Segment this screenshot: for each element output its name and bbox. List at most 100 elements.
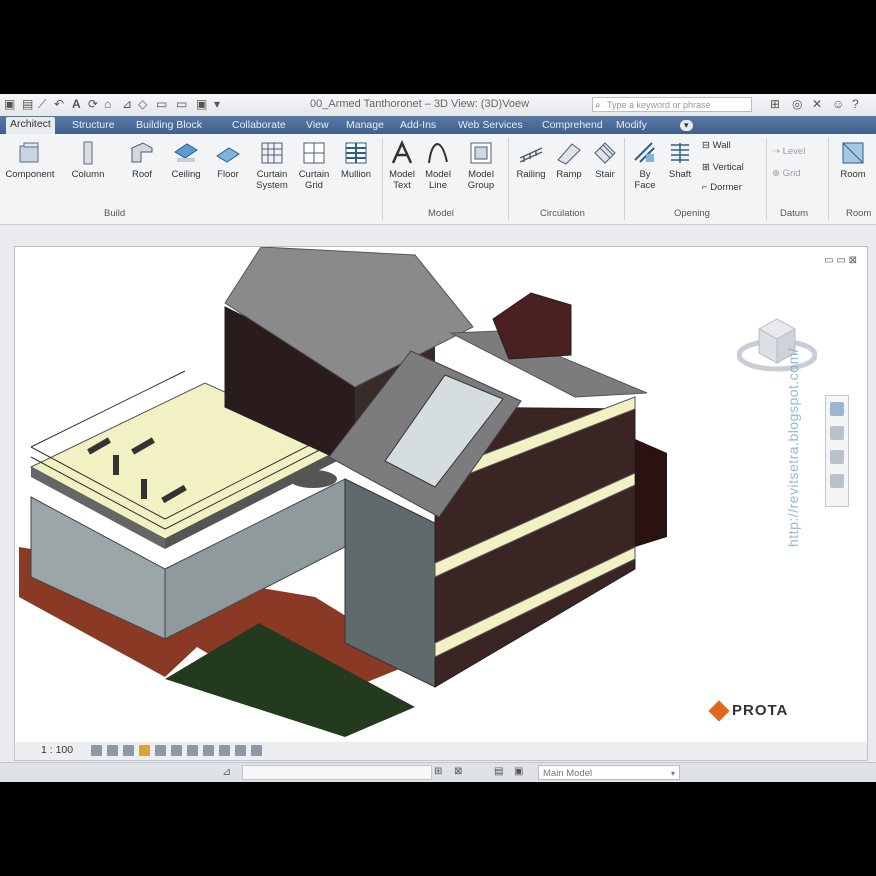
workset-icon[interactable]: ⊿ [222,765,231,778]
measure-icon[interactable]: ⟋ [38,97,46,112]
title-bar: ▣ ▤ ⟋ ↶ A ⟳ ⌂ ⊿ ◇ ▭ ▭ ▣ ▾ 00_Armed Tanth… [0,94,876,117]
tab-architect[interactable]: Architect [6,117,55,134]
shaft-button[interactable]: Shaft [664,140,696,180]
dormer-button[interactable]: ⌐ Dormer [702,182,742,193]
view-scale[interactable]: 1 : 100 [41,744,73,756]
detail-level-icon[interactable] [91,745,102,756]
view-window-controls[interactable]: ▭ ▭ ⊠ [824,255,857,266]
tab-add-ins[interactable]: Add-Ins [400,118,436,132]
lock-view-icon[interactable] [203,745,214,756]
curtain-grid-button[interactable]: Curtain Grid [294,140,334,191]
help-icon[interactable]: ? [852,97,859,111]
column-button[interactable]: Column [66,140,110,180]
undo-icon[interactable]: ↶ [54,97,64,112]
window-title: 00_Armed Tanthoronet – 3D View: (3D)Voew [310,98,530,110]
railing-button[interactable]: Railing [512,140,550,180]
navigation-bar[interactable] [825,395,849,507]
mullion-button[interactable]: Mullion [336,140,376,180]
grid-button[interactable]: ⊕ Grid [772,168,801,179]
render-icon[interactable] [155,745,166,756]
component-button[interactable]: Component [2,140,58,180]
grid-icon: ⊕ [772,168,780,179]
app-menu-icon[interactable]: ▣ [4,97,15,112]
stair-button[interactable]: Stair [588,140,622,180]
orbit-icon[interactable] [830,474,844,488]
panel-label-datum: Datum [780,208,808,219]
model-line-icon [425,140,451,166]
view-3d-icon[interactable]: ⌂ [104,97,111,112]
tab-modify[interactable]: Modify [616,118,647,132]
open-icon[interactable]: ▤ [22,97,33,112]
sign-in-icon[interactable]: ☺ [832,97,844,111]
sync-icon[interactable]: ⟳ [88,97,98,112]
panel-label-room: Room [846,208,872,219]
room-button[interactable]: Room [832,140,874,180]
dormer-icon: ⌐ [702,182,708,193]
sun-path-icon[interactable] [123,745,134,756]
model-group-button[interactable]: Model Group [460,140,502,191]
tab-manage[interactable]: Manage [346,118,384,132]
ceiling-icon [173,140,199,166]
crop-view-icon[interactable] [171,745,182,756]
status-message-box [242,765,432,780]
vertical-opening-button[interactable]: ⊞ Vertical [702,162,744,173]
ribbon-toggle-icon[interactable]: ▾ [680,120,693,131]
revit-window: ▣ ▤ ⟋ ↶ A ⟳ ⌂ ⊿ ◇ ▭ ▭ ▣ ▾ 00_Armed Tanth… [0,94,876,782]
customize-toolbar-icon[interactable]: ▾ [214,97,220,112]
roof-icon [129,140,155,166]
exchange-icon[interactable]: ✕ [812,97,822,111]
tab-structure[interactable]: Structure [72,118,115,132]
tag-icon[interactable]: ◇ [138,97,147,112]
ceiling-button[interactable]: Ceiling [164,140,208,180]
tab-building-block[interactable]: Building Block [136,118,202,132]
text-icon[interactable]: A [72,97,81,112]
binoculars-icon[interactable]: ⊞ [770,97,780,111]
viewcube-icon[interactable] [737,307,817,381]
reveal-hidden-icon[interactable] [235,745,246,756]
ramp-button[interactable]: Ramp [552,140,586,180]
tab-web-services[interactable]: Web Services [458,118,523,132]
search-input[interactable]: ⌕ Type a keyword or phrase [592,97,752,112]
main-model-select[interactable]: Main Model ▾ [538,765,680,780]
floor-button[interactable]: Floor [208,140,248,180]
analytical-model-icon[interactable] [251,745,262,756]
thin-lines-icon[interactable]: ▭ [156,97,167,112]
panel-label-build: Build [104,208,126,219]
panel-separator [382,138,383,220]
model-group-icon [468,140,494,166]
floor-icon [215,140,241,166]
curtain-grid-icon [301,140,327,166]
by-face-button[interactable]: By Face [626,140,664,191]
roof-button[interactable]: Roof [122,140,162,180]
hide-isolate-icon[interactable] [219,745,230,756]
close-hidden-icon[interactable]: ▭ [176,97,187,112]
tab-collaborate[interactable]: Collaborate [232,118,286,132]
ramp-icon [556,140,582,166]
steering-wheel-icon[interactable] [830,402,844,416]
model-line-button[interactable]: Model Line [420,140,456,191]
switch-windows-icon[interactable]: ▣ [196,97,207,112]
editable-only-icon[interactable]: ⊠ [454,766,462,777]
3d-view-canvas[interactable]: ▭ ▭ ⊠ http://revitsetra.blogspot.com/ PR… [14,246,868,744]
section-icon[interactable]: ⊿ [122,97,132,112]
selection-filter-icon[interactable]: ▤ [494,766,503,777]
panel-separator [828,138,829,220]
visual-style-icon[interactable] [107,745,118,756]
wall-opening-icon: ⊟ [702,140,710,151]
component-icon [17,140,43,166]
level-button[interactable]: ⇢ Level [772,146,805,157]
ribbon-panel: Component Column Roof Ceiling Floor Curt… [0,134,876,225]
show-crop-icon[interactable] [187,745,198,756]
tab-comprehend[interactable]: Comprehend [542,118,603,132]
shadows-icon[interactable] [139,745,150,756]
subscription-icon[interactable]: ◎ [792,97,802,111]
select-links-icon[interactable]: ▣ [514,766,523,777]
curtain-system-button[interactable]: Curtain System [250,140,294,191]
tab-view[interactable]: View [306,118,329,132]
zoom-icon[interactable] [830,450,844,464]
wall-opening-button[interactable]: ⊟ Wall [702,140,731,151]
design-options-icon[interactable]: ⊞ [434,766,442,777]
prota-logo-icon [708,700,730,722]
pan-icon[interactable] [830,426,844,440]
model-text-button[interactable]: Model Text [384,139,420,191]
